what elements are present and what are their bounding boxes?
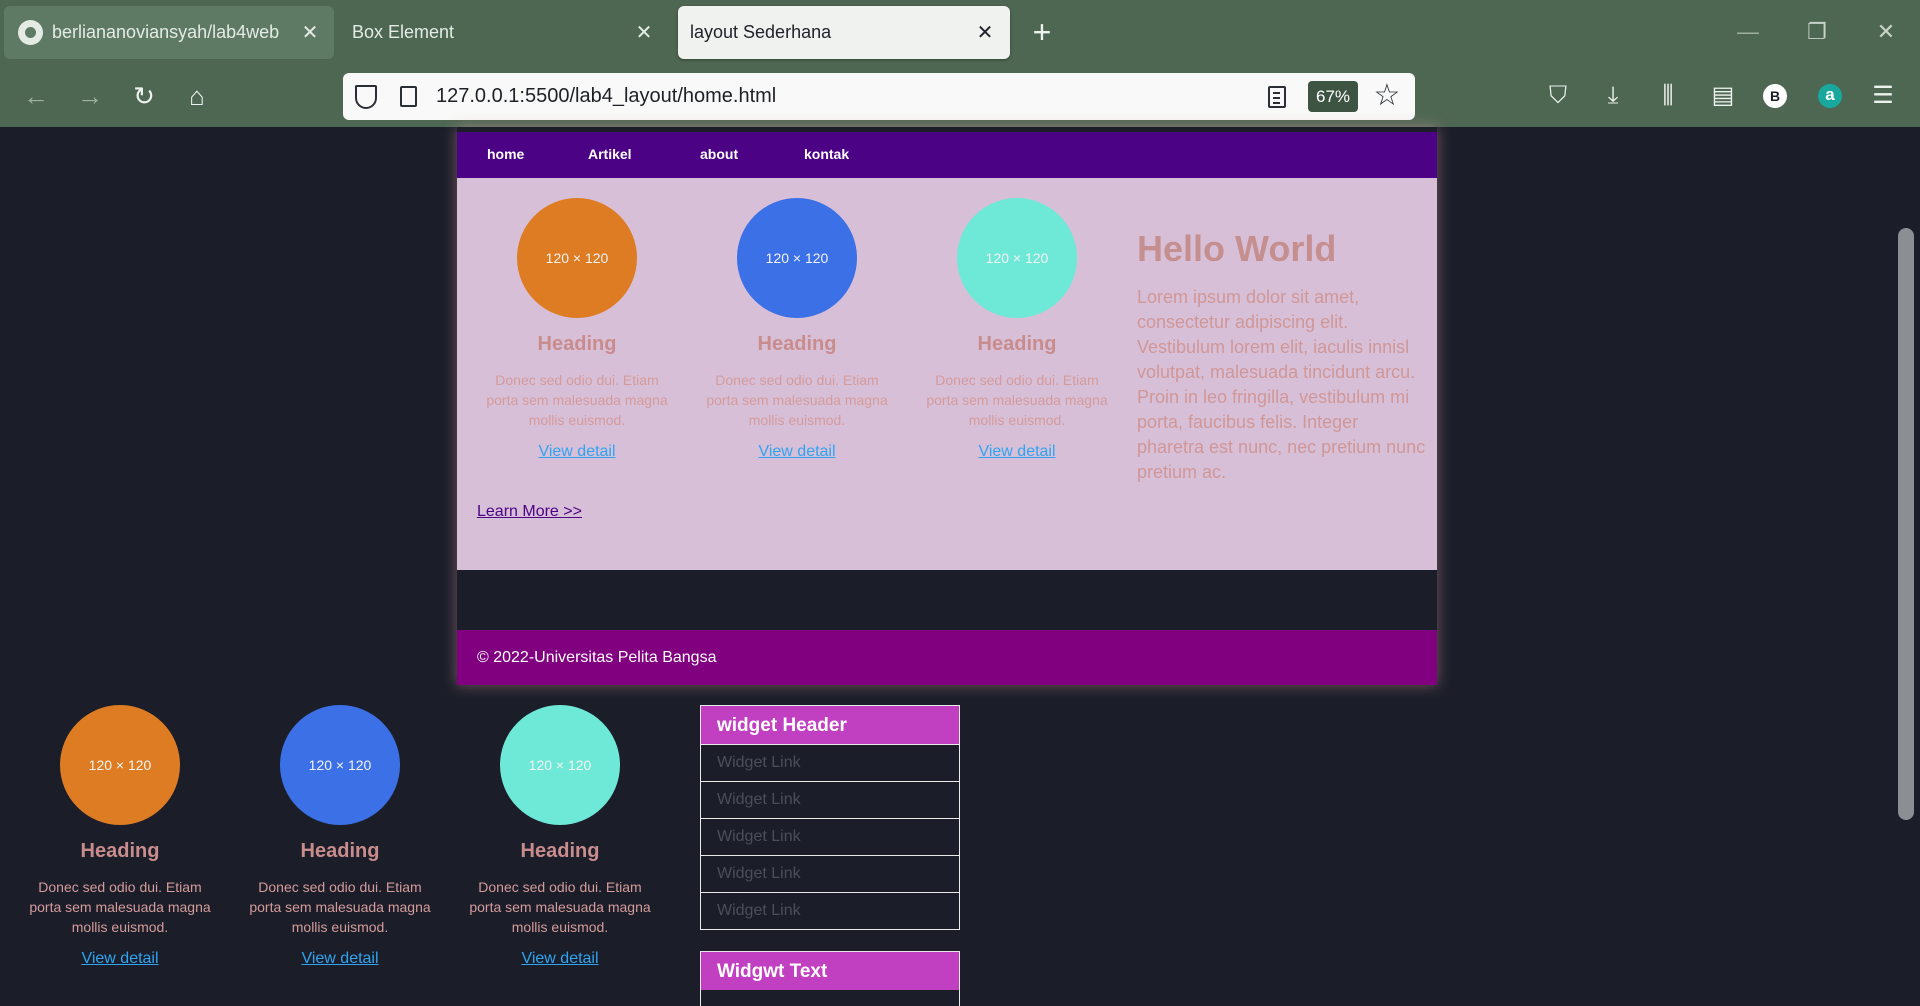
placeholder-circle-image: 120 × 120: [280, 705, 400, 825]
nav-home-link[interactable]: home: [487, 146, 524, 162]
page-icon[interactable]: [400, 86, 417, 107]
card-text: Donec sed odio dui. Etiam porta sem male…: [249, 879, 431, 935]
card-heading: Heading: [757, 333, 837, 355]
view-detail-link[interactable]: View detail: [465, 950, 655, 968]
reload-button[interactable]: ↻: [127, 79, 161, 113]
placeholder-circle-image: 120 × 120: [60, 705, 180, 825]
tab-title: berliananoviansyah/lab4web: [52, 22, 280, 42]
nav-artikel-link[interactable]: Artikel: [588, 146, 632, 162]
placeholder-circle-image: 120 × 120: [500, 705, 620, 825]
nav-about-link[interactable]: about: [700, 146, 738, 162]
url-text[interactable]: 127.0.0.1:5500/lab4_layout/home.html: [436, 85, 776, 108]
view-detail-link[interactable]: View detail: [482, 443, 672, 461]
pocket-icon[interactable]: ⛉: [1541, 79, 1575, 113]
restore-button[interactable]: ❐: [1797, 14, 1837, 50]
back-button[interactable]: ←: [19, 79, 53, 113]
card-heading: Heading: [520, 840, 600, 862]
hero-text: Lorem ipsum dolor sit amet, consectetur …: [1137, 287, 1426, 482]
card-heading: Heading: [300, 840, 380, 862]
widget-link[interactable]: Widget Link: [701, 818, 959, 855]
github-icon: [18, 20, 43, 45]
nav-kontak-link[interactable]: kontak: [804, 146, 849, 162]
sidebar-icon[interactable]: ▤: [1706, 79, 1740, 113]
card-heading: Heading: [977, 333, 1057, 355]
close-tab-icon[interactable]: ✕: [632, 21, 656, 45]
card-text: Donec sed odio dui. Etiam porta sem male…: [469, 879, 651, 935]
widget-link[interactable]: Widget Link: [701, 892, 959, 929]
hero-title: Hello World: [1137, 228, 1337, 269]
tab-bar: berliananoviansyah/lab4web ✕ Box Element…: [0, 0, 1920, 66]
widget-link[interactable]: Widget Link: [701, 855, 959, 892]
placeholder-circle-image: 120 × 120: [737, 198, 857, 318]
footer-text: © 2022-Universitas Pelita Bangsa: [477, 649, 717, 666]
bookmark-star-icon[interactable]: ☆: [1372, 80, 1402, 112]
close-tab-icon[interactable]: ✕: [298, 21, 322, 45]
forward-button[interactable]: →: [73, 79, 107, 113]
download-icon[interactable]: ⤓: [1596, 79, 1630, 113]
minimize-button[interactable]: —: [1728, 14, 1768, 50]
widget-header: widget Header: [701, 706, 959, 744]
zoom-level[interactable]: 67%: [1308, 81, 1358, 112]
library-icon[interactable]: ⫼: [1651, 79, 1685, 113]
view-detail-link[interactable]: View detail: [702, 443, 892, 461]
tab-title: Box Element: [352, 22, 455, 42]
close-window-button[interactable]: ✕: [1866, 14, 1906, 50]
placeholder-circle-image: 120 × 120: [517, 198, 637, 318]
card-heading: Heading: [80, 840, 160, 862]
new-tab-button[interactable]: +: [1027, 16, 1057, 50]
widget-link[interactable]: Widget Link: [701, 744, 959, 781]
placeholder-circle-image: 120 × 120: [957, 198, 1077, 318]
widget-link[interactable]: Widget Link: [701, 781, 959, 818]
close-tab-icon[interactable]: ✕: [973, 21, 997, 45]
view-detail-link[interactable]: View detail: [245, 950, 435, 968]
card-text: Donec sed odio dui. Etiam porta sem male…: [706, 372, 888, 428]
widget-text-box: Widgwt Text: [700, 951, 960, 1006]
extension-a-icon[interactable]: a: [1818, 84, 1842, 108]
tab-layout-sederhana[interactable]: layout Sederhana ✕: [678, 6, 1010, 59]
card-heading: Heading: [537, 333, 617, 355]
card-text: Donec sed odio dui. Etiam porta sem male…: [926, 372, 1108, 428]
tab-title: layout Sederhana: [690, 22, 832, 42]
tab-github[interactable]: berliananoviansyah/lab4web ✕: [4, 6, 334, 59]
card-text: Donec sed odio dui. Etiam porta sem male…: [29, 879, 211, 935]
view-detail-link[interactable]: View detail: [922, 443, 1112, 461]
view-detail-link[interactable]: View detail: [25, 950, 215, 968]
learn-more-link[interactable]: Learn More >>: [477, 503, 582, 521]
widget-box: widget Header Widget Link Widget Link Wi…: [700, 705, 960, 930]
shield-icon[interactable]: [355, 85, 377, 109]
card-text: Donec sed odio dui. Etiam porta sem male…: [486, 372, 668, 428]
content-strip: [457, 570, 1437, 630]
menu-icon[interactable]: ☰: [1866, 79, 1900, 113]
page-container: home Artikel about kontak 120 × 120 Head…: [457, 127, 1437, 685]
url-bar[interactable]: 127.0.0.1:5500/lab4_layout/home.html 67%…: [343, 73, 1415, 120]
scrollbar-thumb[interactable]: [1898, 228, 1914, 820]
home-button[interactable]: ⌂: [180, 79, 214, 113]
hero-section: 120 × 120 Heading Donec sed odio dui. Et…: [457, 178, 1437, 570]
widget-text-header: Widgwt Text: [701, 952, 959, 990]
site-footer: © 2022-Universitas Pelita Bangsa: [457, 630, 1437, 685]
tab-box-element[interactable]: Box Element ✕: [338, 6, 668, 59]
site-nav: home Artikel about kontak: [457, 132, 1437, 178]
reader-view-icon[interactable]: [1268, 86, 1286, 108]
profile-b-icon[interactable]: B: [1763, 84, 1787, 108]
